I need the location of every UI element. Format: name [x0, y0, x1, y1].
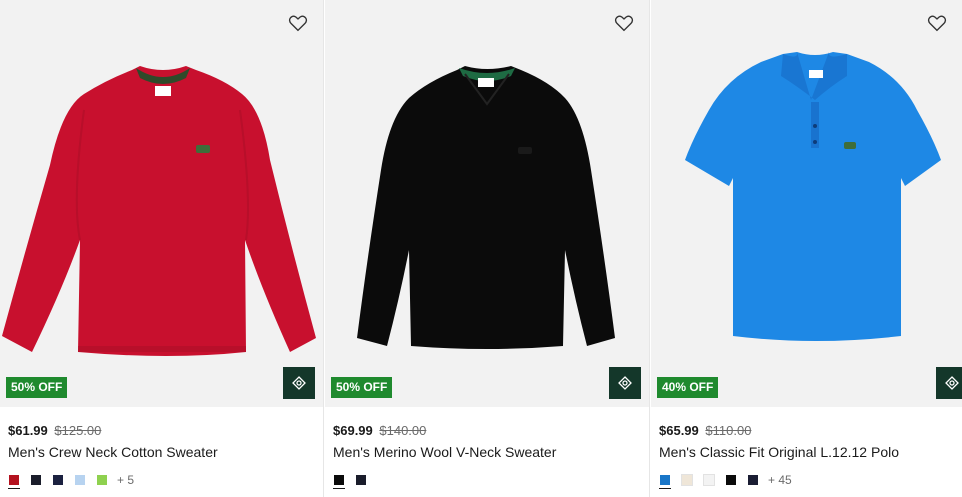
product-card[interactable]: 40% OFF $65.99 $110.00 Men's Classic Fit…	[651, 0, 962, 497]
product-title[interactable]: Men's Merino Wool V-Neck Sweater	[333, 444, 556, 460]
product-grid: 50% OFF $61.99 $125.00 Men's Crew Neck C…	[0, 0, 962, 497]
color-swatches: + 5	[8, 473, 134, 489]
discount-badge: 50% OFF	[6, 377, 68, 398]
product-card[interactable]: 50% OFF $69.99 $140.00 Men's Merino Wool…	[325, 0, 649, 497]
sale-price: $69.99	[333, 423, 373, 438]
color-swatch-blue[interactable]	[659, 475, 671, 489]
quick-view-button[interactable]	[609, 367, 641, 399]
color-swatches: + 45	[659, 473, 792, 489]
discount-badge: 40% OFF	[657, 377, 719, 398]
more-colors-link[interactable]: + 5	[117, 473, 134, 487]
sale-price: $61.99	[8, 423, 48, 438]
color-swatch-navy[interactable]	[748, 475, 758, 485]
color-swatch-black[interactable]	[726, 475, 736, 485]
product-image[interactable]: 50% OFF	[325, 0, 649, 407]
price-row: $61.99 $125.00	[8, 423, 101, 438]
color-swatch-red[interactable]	[8, 475, 20, 489]
eye-icon	[618, 376, 632, 390]
product-title[interactable]: Men's Classic Fit Original L.12.12 Polo	[659, 444, 899, 460]
color-swatches	[333, 473, 378, 489]
more-colors-link[interactable]: + 45	[768, 473, 792, 487]
color-swatch-navy[interactable]	[53, 475, 63, 485]
color-swatch-white[interactable]	[703, 474, 715, 486]
color-swatch-navy[interactable]	[356, 475, 366, 485]
product-card[interactable]: 50% OFF $61.99 $125.00 Men's Crew Neck C…	[0, 0, 323, 497]
heart-icon[interactable]	[926, 12, 948, 34]
heart-icon[interactable]	[613, 12, 635, 34]
color-swatch-beige[interactable]	[681, 474, 693, 486]
price-row: $69.99 $140.00	[333, 423, 426, 438]
discount-badge: 50% OFF	[331, 377, 393, 398]
quick-view-button[interactable]	[936, 367, 962, 399]
color-swatch-black[interactable]	[31, 475, 41, 485]
price-row: $65.99 $110.00	[659, 423, 751, 438]
sale-price: $65.99	[659, 423, 699, 438]
crew-neck-sweater-image	[2, 66, 316, 356]
v-neck-sweater-image	[357, 66, 615, 349]
product-title[interactable]: Men's Crew Neck Cotton Sweater	[8, 444, 218, 460]
eye-icon	[945, 376, 959, 390]
product-image[interactable]: 50% OFF	[0, 0, 323, 407]
original-price: $110.00	[705, 423, 752, 438]
color-swatch-light-blue[interactable]	[75, 475, 85, 485]
product-image[interactable]: 40% OFF	[651, 0, 962, 407]
original-price: $140.00	[379, 423, 427, 438]
polo-shirt-image	[685, 52, 941, 341]
quick-view-button[interactable]	[283, 367, 315, 399]
heart-icon[interactable]	[287, 12, 309, 34]
eye-icon	[292, 376, 306, 390]
color-swatch-black[interactable]	[333, 475, 345, 489]
original-price: $125.00	[54, 423, 102, 438]
color-swatch-green[interactable]	[97, 475, 107, 485]
